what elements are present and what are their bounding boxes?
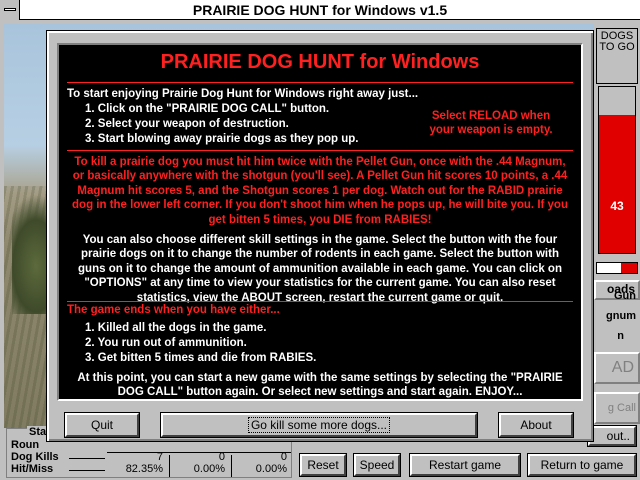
ratio-value-1: 82.35% bbox=[125, 463, 163, 475]
step-3: 3. Start blowing away prairie dogs as th… bbox=[85, 133, 359, 145]
divider-1 bbox=[67, 150, 573, 151]
end-step-3: 3. Get bitten 5 times and die from RABIE… bbox=[85, 352, 317, 364]
dogs-label-line2: TO GO bbox=[599, 41, 635, 53]
return-to-game-button[interactable]: Return to game bbox=[527, 453, 637, 477]
restart-game-button[interactable]: Restart game bbox=[409, 453, 521, 477]
side-panel: DOGS TO GO 43 oads Gun gnum n AD g Call bbox=[594, 24, 640, 428]
rounds-label: Roun bbox=[11, 439, 40, 451]
kills-value-3: 0 bbox=[280, 451, 287, 463]
ratio-value-3: 0.00% bbox=[255, 463, 287, 475]
speed-button[interactable]: Speed bbox=[353, 453, 401, 477]
kills-value-2: 0 bbox=[218, 451, 225, 463]
skill-settings-paragraph: You can also choose different skill sett… bbox=[78, 234, 562, 304]
dogs-to-go-count: 43 bbox=[610, 199, 624, 213]
call-label: g Call bbox=[607, 402, 636, 414]
go-kill-more-dogs-label: Go kill some more dogs... bbox=[247, 417, 391, 433]
kill-rules-paragraph: To kill a prairie dog you must hit him t… bbox=[72, 156, 568, 226]
hit-miss-label: Hit/Miss bbox=[11, 463, 54, 475]
quit-button[interactable]: Quit bbox=[64, 412, 140, 438]
dog-kills-label: Dog Kills bbox=[11, 451, 59, 463]
game-ends-heading: The game ends when you have either... bbox=[67, 304, 280, 316]
heading-divider bbox=[67, 82, 573, 83]
window-title: PRAIRIE DOG HUNT for Windows v1.5 bbox=[192, 2, 448, 18]
reset-button[interactable]: Reset bbox=[299, 453, 347, 477]
step-1: 1. Click on the "PRAIRIE DOG CALL" butto… bbox=[85, 103, 330, 115]
about-button[interactable]: About bbox=[498, 412, 574, 438]
dogs-to-go-label: DOGS TO GO bbox=[596, 28, 638, 84]
kills-value-1: 7 bbox=[156, 451, 163, 463]
reload-note-line1: Select RELOAD when bbox=[431, 110, 551, 122]
reload-button[interactable]: AD bbox=[594, 352, 640, 384]
end-step-1: 1. Killed all the dogs in the game. bbox=[85, 322, 267, 334]
dog-kills-line bbox=[69, 458, 105, 459]
statistics-title: Sta bbox=[27, 426, 49, 438]
about-label: About bbox=[520, 418, 552, 432]
dogs-meter-fill bbox=[599, 115, 635, 253]
final-paragraph: At this point, you can start a new game … bbox=[77, 372, 563, 399]
go-kill-more-dogs-button[interactable]: Go kill some more dogs... bbox=[160, 412, 478, 438]
prairie-dog-call-button[interactable]: g Call bbox=[594, 392, 640, 424]
about-button-small[interactable]: out.. bbox=[587, 425, 637, 447]
ammo-strip bbox=[596, 262, 638, 274]
instructions-text-box: PRAIRIE DOG HUNT for Windows To start en… bbox=[57, 43, 583, 401]
hit-miss-line bbox=[69, 470, 105, 471]
ratio-value-2: 0.00% bbox=[193, 463, 225, 475]
reload-label: AD bbox=[611, 359, 634, 376]
instructions-dialog: PRAIRIE DOG HUNT for Windows To start en… bbox=[46, 30, 594, 442]
weapon-pellet-gun[interactable]: Gun bbox=[614, 290, 636, 302]
weapon-shotgun[interactable]: n bbox=[617, 330, 624, 342]
dialog-body: PRAIRIE DOG HUNT for Windows To start en… bbox=[57, 43, 583, 438]
reload-note-line2: your weapon is empty. bbox=[429, 124, 553, 136]
end-step-2: 2. You run out of ammunition. bbox=[85, 337, 247, 349]
quit-label: Quit bbox=[90, 418, 113, 432]
title-bar: PRAIRIE DOG HUNT for Windows v1.5 bbox=[0, 0, 640, 20]
divider-2 bbox=[67, 301, 573, 302]
step-2: 2. Select your weapon of destruction. bbox=[85, 118, 289, 130]
dogs-meter: 43 bbox=[598, 86, 636, 254]
intro-text: To start enjoying Prairie Dog Hunt for W… bbox=[67, 88, 419, 100]
weapon-magnum[interactable]: gnum bbox=[606, 310, 636, 322]
dialog-heading: PRAIRIE DOG HUNT for Windows bbox=[160, 51, 480, 73]
